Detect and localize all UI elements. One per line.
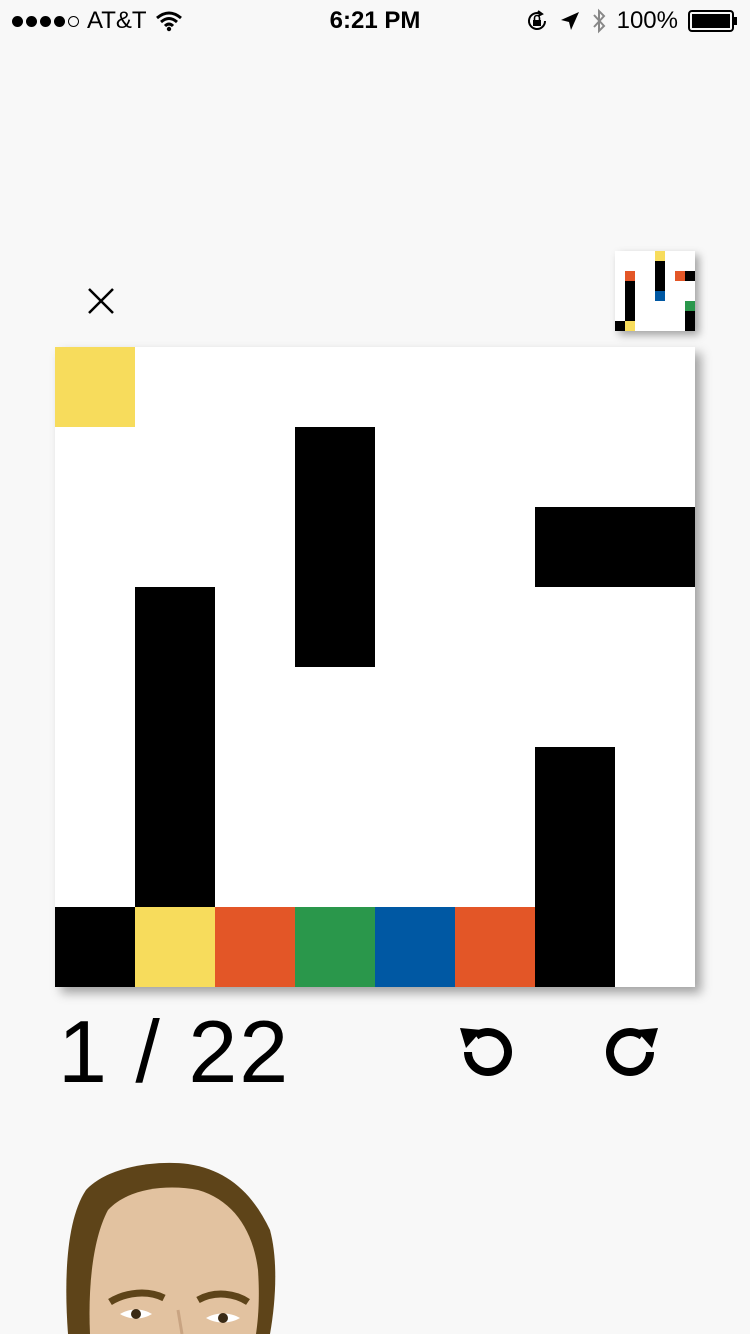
close-icon <box>88 288 114 314</box>
thumbnail-black-tile <box>615 321 625 331</box>
board-blue-tile[interactable] <box>375 907 455 987</box>
status-bar: AT&T 6:21 PM 100% <box>0 0 750 40</box>
thumbnail-black-tile <box>685 271 695 281</box>
thumbnail-orange-tile <box>625 271 635 281</box>
status-bar-right: 100% <box>525 6 738 36</box>
board-black-tile[interactable] <box>535 507 695 587</box>
thumbnail-orange-tile <box>675 271 685 281</box>
level-separator: / <box>135 1002 162 1101</box>
thumbnail-green-tile <box>685 301 695 311</box>
rotation-lock-icon <box>527 10 546 30</box>
board-black-tile[interactable] <box>535 747 615 987</box>
redo-button[interactable] <box>598 1020 664 1086</box>
board-orange-tile[interactable] <box>455 907 535 987</box>
undo-icon <box>460 1028 512 1076</box>
portrait-illustration <box>66 1162 276 1334</box>
board-yellow-tile[interactable] <box>55 347 135 427</box>
bluetooth-icon <box>592 8 605 34</box>
thumbnail-yellow-tile <box>655 251 665 261</box>
undo-button[interactable] <box>454 1020 520 1086</box>
board-orange-tile[interactable] <box>215 907 295 987</box>
thumbnail-yellow-tile <box>625 321 635 331</box>
target-pattern-thumbnail[interactable] <box>615 251 695 331</box>
level-total: 22 <box>188 1002 291 1101</box>
board-black-tile[interactable] <box>55 907 135 987</box>
game-board[interactable] <box>55 347 695 987</box>
board-green-tile[interactable] <box>295 907 375 987</box>
battery-percentage: 100% <box>616 7 678 34</box>
thumbnail-blue-tile <box>655 291 665 301</box>
thumbnail-black-tile <box>685 311 695 331</box>
level-current: 1 <box>58 1002 109 1101</box>
location-arrow-icon <box>560 12 579 30</box>
board-yellow-tile[interactable] <box>135 907 215 987</box>
board-black-tile[interactable] <box>295 427 375 667</box>
level-counter: 1 / 22 <box>58 1008 290 1096</box>
thumbnail-black-tile <box>655 261 665 291</box>
redo-icon <box>606 1028 658 1076</box>
close-button[interactable] <box>84 284 118 318</box>
board-black-tile[interactable] <box>135 587 215 907</box>
battery-icon <box>688 10 737 32</box>
